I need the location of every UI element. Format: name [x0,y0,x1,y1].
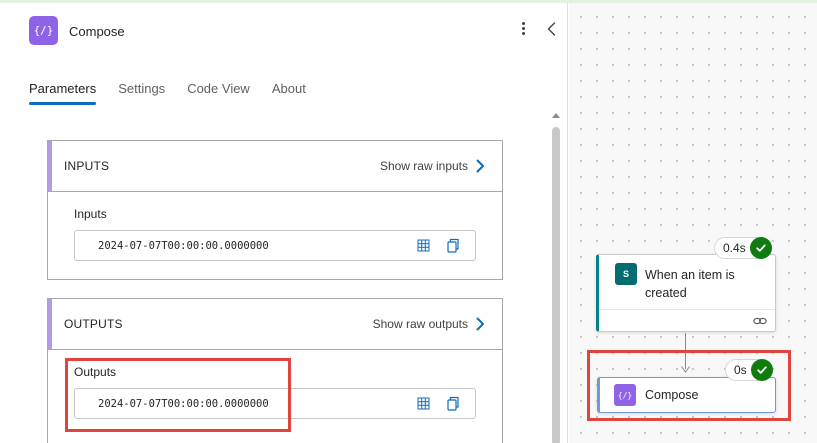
sharepoint-icon: S [615,263,637,285]
trigger-node-title: When an item is created [645,268,735,300]
tab-parameters[interactable]: Parameters [29,81,97,105]
outputs-section-header: OUTPUTS Show raw outputs [48,299,502,350]
tab-about[interactable]: About [272,81,306,105]
trigger-node-footer [599,309,775,332]
inputs-field-label: Inputs [74,207,107,221]
table-icon [417,239,429,252]
tab-settings[interactable]: Settings [118,81,165,105]
scroll-thumb[interactable] [552,127,560,443]
more-dot [521,21,525,25]
show-raw-outputs-label: Show raw outputs [372,317,468,331]
panel-title: Compose [69,24,125,39]
inputs-value: 2024-07-07T00:00:00.0000000 [98,239,269,252]
inputs-table-view-button[interactable] [415,238,431,254]
tab-code-view[interactable]: Code View [187,81,250,105]
inputs-section: INPUTS Show raw inputs Inputs 2024-07-07… [47,140,503,280]
outputs-copy-button[interactable] [445,396,461,412]
inputs-value-box: 2024-07-07T00:00:00.0000000 [74,230,476,261]
show-raw-outputs-link[interactable]: Show raw outputs [373,316,486,332]
more-dot [521,31,525,35]
chevron-right-icon [476,317,484,331]
trigger-duration: 0.4s [723,241,746,255]
copy-icon [447,396,459,411]
tab-list: Parameters Settings Code View About [29,81,328,105]
show-raw-inputs-link[interactable]: Show raw inputs [380,158,486,174]
success-check-icon [749,237,772,259]
copy-icon [447,238,459,253]
inputs-section-title: INPUTS [64,159,110,173]
show-raw-inputs-label: Show raw inputs [379,159,468,173]
link-icon [753,317,767,325]
chevron-left-icon [547,22,556,36]
table-icon [417,397,429,410]
collapse-panel-button[interactable] [542,19,562,39]
trigger-node-when-item-created[interactable]: S When an item is created [596,254,776,332]
chevron-right-icon [476,159,484,173]
more-dot [521,26,525,30]
inputs-section-header: INPUTS Show raw inputs [48,141,502,192]
vertical-scrollbar[interactable] [549,109,563,443]
more-options-button[interactable] [516,18,530,38]
compose-node-highlight-box [587,350,791,421]
outputs-highlight-box [65,358,291,432]
outputs-section-title: OUTPUTS [64,317,123,331]
compose-icon: {/} [29,16,58,45]
trigger-duration-badge: 0.4s [714,237,772,259]
outputs-table-view-button[interactable] [415,396,431,412]
inputs-copy-button[interactable] [445,238,461,254]
scroll-up-arrow-icon[interactable] [552,113,560,118]
